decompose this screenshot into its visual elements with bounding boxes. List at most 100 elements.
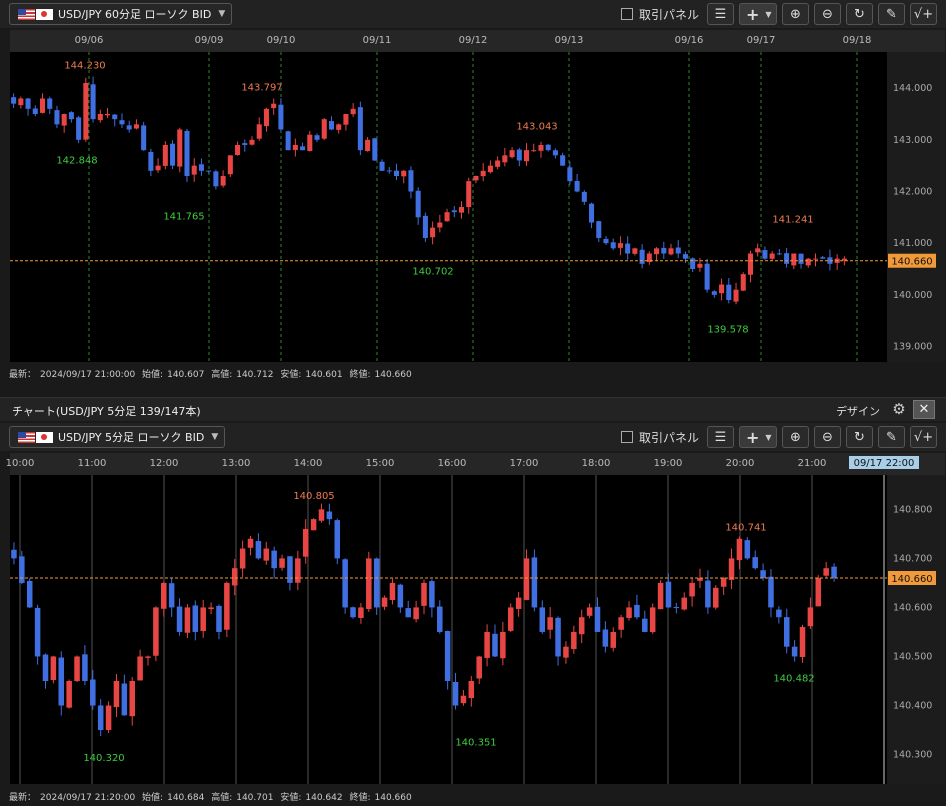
open-label: 始値: [142, 370, 164, 380]
candle-body [632, 248, 638, 254]
candle-body [405, 608, 411, 618]
x-tick-label: 21:00 [798, 458, 827, 469]
candle-body [815, 578, 822, 607]
y-tick-label: 140.000 [893, 290, 932, 301]
candle-body [242, 143, 248, 145]
candle-body [307, 134, 313, 152]
candle-body [516, 149, 522, 161]
candle-body [25, 98, 31, 109]
low-label: 安値: [280, 793, 302, 803]
current-price-label: 140.660 [891, 574, 932, 585]
bottom-zoom-in-button[interactable]: ⊕ [782, 426, 809, 448]
candle-body [451, 210, 457, 213]
candle-body [610, 631, 617, 648]
gear-icon[interactable]: ⚙ [890, 400, 908, 418]
candle-body [255, 541, 262, 559]
close-icon[interactable]: ✕ [913, 400, 935, 419]
candle-body [54, 110, 60, 125]
candle-body [507, 607, 514, 631]
chevron-down-icon: ▼ [218, 9, 226, 19]
candle-body [768, 576, 774, 608]
candle-body [502, 155, 508, 163]
candle-body [247, 538, 254, 548]
candle-body [321, 119, 327, 139]
bottom-refresh-button[interactable]: ↻ [846, 426, 873, 448]
candle-body [610, 242, 616, 249]
candle-body [126, 125, 132, 130]
design-button[interactable]: デザイン [836, 403, 880, 419]
candle-body [300, 146, 306, 151]
bottom-status-bar: 最新： 2024/09/17 21:20:00 始値: 140.684 高値: 140… [9, 790, 416, 803]
candle-body [342, 559, 348, 608]
candle-body [292, 145, 298, 151]
candle-body [563, 646, 569, 658]
candle-body [799, 627, 806, 657]
open-label: 始値: [142, 793, 164, 803]
top-symbol-select[interactable]: USD/JPY 60分足 ローソク BID ▼ [9, 3, 233, 25]
top-drawing-list-button[interactable]: ☰ [707, 3, 734, 25]
current-time-label: 09/17 22:00 [854, 458, 915, 469]
candle-body [112, 114, 118, 120]
candle-body [711, 291, 717, 295]
candle-body [682, 254, 688, 259]
candle-body [704, 263, 710, 290]
candle-body [220, 176, 226, 186]
candle-body [820, 257, 826, 259]
high-label: 高値: [211, 370, 233, 380]
bottom-trade-panel-checkbox[interactable] [620, 431, 633, 443]
top-indicator-button[interactable]: √+ [910, 3, 937, 25]
candle-body [224, 582, 230, 630]
candle-body [129, 681, 135, 717]
bottom-trade-panel-toggle[interactable]: 取引パネル [620, 429, 699, 446]
drawing-list-icon: ☰ [714, 6, 727, 22]
bottom-tools: 取引パネル ☰ + ▼ ⊕ ⊖ ↻ ✎ √+ [620, 426, 937, 448]
indicator-icon: √+ [913, 429, 934, 445]
high-price-annotation: 144.230 [64, 60, 105, 71]
candle-body [373, 558, 380, 608]
candle-body [11, 97, 17, 104]
bottom-indicator-button[interactable]: √+ [910, 426, 937, 448]
five-minute-candlestick-chart[interactable]: 10:00 11:00 12:00 13:00 14:00 15:00 16:00 17:00… [0, 453, 946, 786]
candle-body [372, 138, 378, 161]
candle-body [791, 646, 798, 657]
candle-body [460, 695, 467, 704]
candle-body [365, 139, 371, 152]
bottom-pen-button[interactable]: ✎ [878, 426, 905, 448]
candle-body [752, 557, 758, 569]
us-flag-icon [18, 431, 35, 443]
bottom-drawing-list-button[interactable]: ☰ [707, 426, 734, 448]
candle-body [263, 108, 269, 127]
candle-body [213, 171, 219, 187]
candle-body [61, 114, 67, 126]
bottom-crosshair-button[interactable]: + ▼ [739, 426, 777, 448]
top-zoom-out-button[interactable]: ⊖ [814, 3, 841, 25]
candle-body [480, 170, 486, 177]
candle-body [531, 150, 537, 152]
candle-body [531, 557, 538, 608]
candle-body [350, 607, 356, 618]
y-tick-label: 141.000 [893, 238, 932, 249]
candle-body [422, 215, 428, 238]
top-status-bar: 最新： 2024/09/17 21:00:00 始値: 140.607 高値: 140… [9, 367, 416, 380]
top-trade-panel-checkbox[interactable] [620, 8, 633, 20]
bottom-symbol-select[interactable]: USD/JPY 5分足 ローソク BID ▼ [9, 426, 226, 448]
hourly-candlestick-chart[interactable]: 09/06 09/09 09/10 09/11 09/12 09/13 09/16 09/17… [0, 30, 946, 365]
candle-body [805, 258, 811, 266]
candle-body [39, 98, 46, 113]
top-refresh-button[interactable]: ↻ [846, 3, 873, 25]
refresh-icon: ↻ [854, 429, 865, 445]
candle-body [617, 243, 623, 248]
top-zoom-in-button[interactable]: ⊕ [782, 3, 809, 25]
candle-body [343, 114, 349, 125]
top-pen-button[interactable]: ✎ [878, 3, 905, 25]
bottom-zoom-out-button[interactable]: ⊖ [814, 426, 841, 448]
candle-body [97, 705, 104, 731]
top-crosshair-button[interactable]: + ▼ [739, 3, 777, 25]
candle-body [444, 212, 450, 222]
top-trade-panel-toggle[interactable]: 取引パネル [620, 6, 699, 23]
candle-body [755, 248, 761, 253]
candle-body [661, 247, 667, 254]
candle-body [82, 654, 88, 681]
candle-body [603, 238, 609, 244]
low-price-annotation: 140.482 [773, 673, 814, 684]
